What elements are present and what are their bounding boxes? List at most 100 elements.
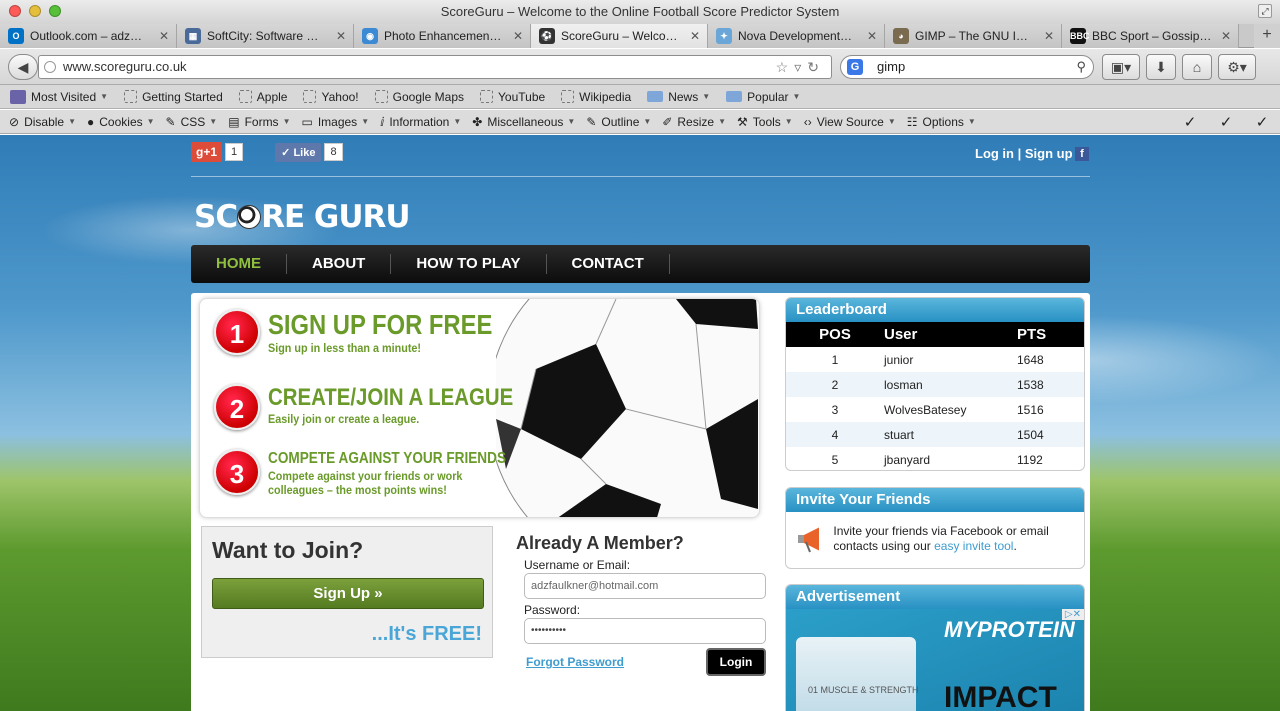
bookmark-news[interactable]: News ▼ xyxy=(647,90,710,104)
google-icon[interactable]: G xyxy=(847,59,863,75)
tab-label: GIMP – The GNU I… xyxy=(915,29,1028,43)
row-pos: 4 xyxy=(831,427,839,442)
facebook-icon[interactable]: f xyxy=(1075,147,1089,161)
devtool-css[interactable]: ✎ CSS ▼ xyxy=(166,115,218,129)
tab-nova[interactable]: ✦ Nova Development… ✕ xyxy=(708,24,885,48)
bookmark-popular[interactable]: Popular ▼ xyxy=(726,90,800,104)
devtool-disable[interactable]: ⊘ Disable ▼ xyxy=(9,115,76,129)
forgot-password-link[interactable]: Forgot Password xyxy=(526,655,624,669)
devtool-information[interactable]: ⅈ Information ▼ xyxy=(380,115,461,129)
devtool-label: Outline xyxy=(601,114,640,129)
chevron-down-icon: ▼ xyxy=(718,117,726,126)
row-pos: 2 xyxy=(831,377,839,392)
search-icon[interactable]: ⚲ xyxy=(1076,56,1086,78)
leaderboard-row[interactable]: 1 junior 1648 xyxy=(786,347,1084,372)
ad-banner[interactable]: ▷✕ 01 MUSCLE & STRENGTH MYPROTEIN IMPACT xyxy=(786,609,1084,711)
devtool-options[interactable]: ☷ Options ▼ xyxy=(907,115,976,129)
bookmark-yahoo[interactable]: Yahoo! xyxy=(303,90,359,104)
google-plus-button[interactable]: g+1 xyxy=(191,142,223,162)
logo-text-end: RE GURU xyxy=(261,199,410,235)
tab-label: Nova Development… xyxy=(738,29,853,43)
tab-football[interactable]: ⚽ ScoreGuru – Welco… ✕ xyxy=(531,24,708,48)
home-icon[interactable]: ⌂ xyxy=(1182,54,1212,80)
row-pts: 1192 xyxy=(1017,452,1043,467)
devtool-cookies[interactable]: ● Cookies ▼ xyxy=(87,115,155,129)
bookmark-star-icon[interactable]: ☆ xyxy=(776,59,795,75)
options-icon: ☷ xyxy=(906,114,918,129)
step-number-badge: 2 xyxy=(214,384,260,430)
facebook-like-button[interactable]: ✓ Like xyxy=(275,142,322,162)
tab-outlook[interactable]: O Outlook.com – adz… ✕ xyxy=(0,24,177,48)
leaderboard-row[interactable]: 2 losman 1538 xyxy=(786,372,1084,397)
login-signup-link[interactable]: Log in | Sign up xyxy=(975,146,1073,161)
back-button[interactable]: ◀ xyxy=(8,54,38,80)
tab-gimp[interactable]: ◕ GIMP – The GNU I… ✕ xyxy=(885,24,1062,48)
photo-enhancement-icon: ◉ xyxy=(362,28,378,44)
devtool-outline[interactable]: ✎ Outline ▼ xyxy=(586,115,651,129)
chevron-down-icon: ▼ xyxy=(784,117,793,126)
close-tab-icon[interactable]: ✕ xyxy=(512,29,524,43)
navigation-toolbar: ◀ www.scoreguru.co.uk ☆▿↻ G gimp ⚲ ▣▾ ⬇ … xyxy=(0,49,1280,85)
devtool-forms[interactable]: ▤ Forms ▼ xyxy=(228,115,290,129)
row-user: losman xyxy=(884,377,923,392)
bookmark-wikipedia[interactable]: Wikipedia xyxy=(561,90,631,104)
dropdown-arrow-icon[interactable]: ▿ xyxy=(794,59,807,75)
close-window-button[interactable] xyxy=(9,5,21,17)
cookies-icon: ● xyxy=(87,114,95,129)
close-tab-icon[interactable]: ✕ xyxy=(335,29,347,43)
password-field[interactable]: •••••••••• xyxy=(524,618,766,644)
signup-button[interactable]: Sign Up » xyxy=(212,578,484,609)
tab-softcity[interactable]: ▦ SoftCity: Software … ✕ xyxy=(177,24,354,48)
search-bar[interactable]: G gimp ⚲ xyxy=(840,55,1094,79)
page-icon xyxy=(374,90,388,103)
devtool-miscellaneous[interactable]: ✤ Miscellaneous ▼ xyxy=(472,115,575,129)
leaderboard-row[interactable]: 4 stuart 1504 xyxy=(786,422,1084,447)
close-tab-icon[interactable]: ✕ xyxy=(158,29,170,43)
nav-about[interactable]: ABOUT xyxy=(287,254,392,274)
tab-bbc[interactable]: BBC BBC Sport – Gossip… ✕ xyxy=(1062,24,1239,48)
leaderboard-header: POS User PTS xyxy=(786,322,1084,347)
nav-contact[interactable]: CONTACT xyxy=(547,254,670,274)
devtool-resize[interactable]: ✐ Resize ▼ xyxy=(662,115,726,129)
url-bar[interactable]: www.scoreguru.co.uk ☆▿↻ xyxy=(38,55,832,79)
devtool-view-source[interactable]: ‹› View Source ▼ xyxy=(804,115,896,129)
reload-icon[interactable]: ↻ xyxy=(807,59,825,75)
leaderboard-row[interactable]: 5 jbanyard 1192 xyxy=(786,447,1084,470)
row-pts: 1648 xyxy=(1017,352,1044,367)
screenshot-button[interactable]: ▣▾ xyxy=(1102,54,1140,80)
addon-button[interactable]: ⚙▾ xyxy=(1218,54,1256,80)
bookmark-getting-started[interactable]: Getting Started xyxy=(124,90,223,104)
bookmark-google-maps[interactable]: Google Maps xyxy=(374,90,464,104)
step-text: SIGN UP FOR FREE Sign up in less than a m… xyxy=(268,309,558,355)
check-icon[interactable]: ✓ xyxy=(1172,113,1208,131)
login-button[interactable]: Login xyxy=(706,648,766,676)
search-input[interactable]: gimp xyxy=(877,59,905,74)
minimize-window-button[interactable] xyxy=(29,5,41,17)
leaderboard-row[interactable]: 3 WolvesBatesey 1516 xyxy=(786,397,1084,422)
download-icon[interactable]: ⬇ xyxy=(1146,54,1176,80)
close-tab-icon[interactable]: ✕ xyxy=(1043,29,1055,43)
bookmark-youtube[interactable]: YouTube xyxy=(480,90,545,104)
close-tab-icon[interactable]: ✕ xyxy=(1220,29,1232,43)
site-logo[interactable]: SC RE GURU xyxy=(194,199,411,235)
username-field[interactable]: adzfaulkner@hotmail.com xyxy=(524,573,766,599)
check-icon[interactable]: ✓ xyxy=(1208,113,1244,131)
zoom-window-button[interactable] xyxy=(49,5,61,17)
nav-home[interactable]: HOME xyxy=(191,254,287,274)
tab-photo-enhancement[interactable]: ◉ Photo Enhancemen… ✕ xyxy=(354,24,531,48)
close-tab-icon[interactable]: ✕ xyxy=(866,29,878,43)
new-tab-button[interactable]: + xyxy=(1254,24,1280,48)
close-tab-icon[interactable]: ✕ xyxy=(689,29,701,43)
devtool-label: Miscellaneous xyxy=(487,114,564,129)
check-icon[interactable]: ✓ xyxy=(1244,113,1280,131)
invite-tool-link[interactable]: easy invite tool xyxy=(934,539,1013,553)
chevron-down-icon: ▼ xyxy=(453,117,462,126)
bookmark-apple[interactable]: Apple xyxy=(238,90,287,104)
devtool-images[interactable]: ▭ Images ▼ xyxy=(301,115,369,129)
bookmark-most-visited[interactable]: Most Visited ▼ xyxy=(10,89,108,104)
devtool-tools[interactable]: ⚒ Tools ▼ xyxy=(737,115,793,129)
fullscreen-icon[interactable]: ⤢ xyxy=(1258,4,1272,18)
leaderboard-title: Leaderboard xyxy=(786,298,1084,322)
nav-how-to-play[interactable]: HOW TO PLAY xyxy=(391,254,547,274)
row-pos: 1 xyxy=(831,352,839,367)
